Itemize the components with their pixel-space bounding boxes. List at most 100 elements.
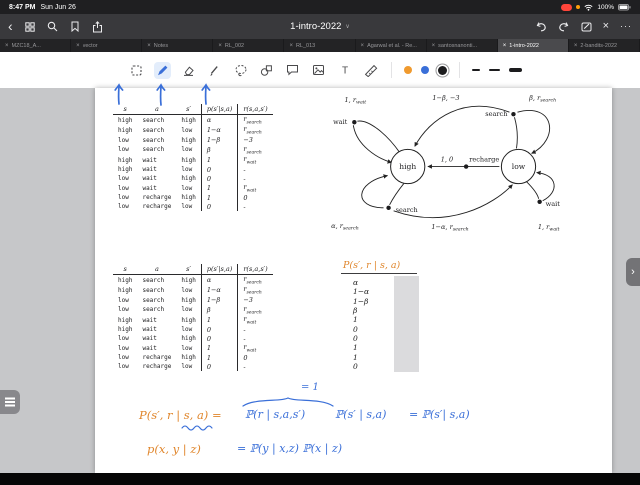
toolbar-divider — [391, 62, 392, 78]
table-row: lowsearchlowβrsearch — [113, 305, 273, 315]
eraser-tool-button[interactable] — [180, 62, 197, 79]
shapes-tool-icon — [260, 64, 273, 77]
sidebar-toggle[interactable]: › — [626, 258, 640, 286]
recording-indicator[interactable] — [561, 4, 572, 11]
highlighter-tool-button[interactable] — [206, 62, 223, 79]
tab-rl-002[interactable]: ×RL_002 — [213, 39, 284, 52]
handwritten-value: α — [353, 278, 369, 287]
tab-close-icon[interactable]: × — [361, 43, 365, 49]
table-cell: rwait — [238, 343, 273, 353]
page-outline-button[interactable] — [0, 390, 20, 414]
table-cell: high — [113, 115, 137, 126]
edge-label: α, rsearch — [331, 222, 359, 232]
handwritten-value: 1 — [353, 353, 369, 362]
tab-notes[interactable]: ×Notes — [142, 39, 213, 52]
color-swatch-orange[interactable] — [404, 66, 412, 74]
tab-2-bandits-2022[interactable]: ×2-bandits-2022 — [569, 39, 640, 52]
table-cell: low — [176, 125, 201, 135]
text-tool-icon: T — [339, 64, 351, 76]
table-cell: low — [176, 285, 201, 295]
comment-tool-button[interactable] — [284, 62, 301, 79]
table-cell: high — [113, 165, 137, 174]
tab-label: santosnanonti... — [438, 43, 477, 49]
color-swatch-blue[interactable] — [421, 66, 429, 74]
table-cell: recharge — [137, 353, 176, 362]
tab-label: RL_013 — [296, 43, 315, 49]
select-tool-button[interactable] — [128, 62, 145, 79]
tab-rl-013[interactable]: ×RL_013 — [284, 39, 355, 52]
tab-close-icon[interactable]: × — [76, 43, 80, 49]
shapes-tool-button[interactable] — [258, 62, 275, 79]
tab-close-icon[interactable]: × — [147, 43, 151, 49]
column-header: s′ — [176, 264, 201, 275]
table-cell: high — [113, 275, 137, 286]
nav-bar: ‹ — [0, 14, 640, 39]
share-button[interactable] — [92, 21, 103, 33]
table-cell: low — [113, 305, 137, 315]
table-cell: search — [137, 145, 176, 155]
pen-tool-button[interactable] — [154, 62, 171, 79]
table-row: lowwaitlow1rwait — [113, 343, 273, 353]
stroke-width-thin[interactable] — [472, 69, 480, 71]
tab-close-icon[interactable]: × — [5, 43, 9, 49]
table-cell: wait — [137, 343, 176, 353]
table-cell: 1 — [201, 315, 238, 325]
tab-close-icon[interactable]: × — [574, 43, 578, 49]
handwritten-arrow — [152, 82, 170, 106]
image-tool-icon — [312, 64, 325, 76]
tab-agarwal-et-al-re-[interactable]: ×Agarwal et al. - Re... — [356, 39, 427, 52]
image-tool-button[interactable] — [310, 62, 327, 79]
tab-close-icon[interactable]: × — [218, 43, 222, 49]
table-cell: low — [176, 145, 201, 155]
text-tool-button[interactable]: T — [336, 62, 353, 79]
table-cell: - — [238, 202, 273, 211]
ruler-tool-button[interactable] — [362, 62, 379, 79]
table-cell: 0 — [238, 193, 273, 202]
tab-vector[interactable]: ×vector — [71, 39, 142, 52]
back-button[interactable]: ‹ — [8, 19, 13, 33]
markup-button[interactable] — [581, 21, 592, 32]
table-cell: low — [113, 343, 137, 353]
svg-text:T: T — [341, 66, 347, 77]
lasso-tool-button[interactable] — [232, 62, 249, 79]
table-cell: low — [113, 145, 137, 155]
overbrace — [241, 396, 335, 407]
tab-1-intro-2022[interactable]: ×1-intro-2022 — [498, 39, 569, 52]
action-search-bottom-label: search — [396, 206, 419, 214]
tab-santosnanonti-[interactable]: ×santosnanonti... — [427, 39, 498, 52]
tab-close-icon[interactable]: × — [289, 43, 293, 49]
table-cell: - — [238, 362, 273, 371]
action-wait-bottom-label: wait — [546, 200, 561, 208]
table-cell: high — [176, 136, 201, 145]
document-title[interactable]: 1-intro-2022 ∨ — [290, 14, 350, 39]
document-title-text: 1-intro-2022 — [290, 21, 341, 32]
tab-close-icon[interactable]: × — [503, 43, 507, 49]
action-wait-top-label: wait — [333, 118, 348, 126]
table-cell: rwait — [238, 315, 273, 325]
table-row: lowsearchlowβrsearch — [113, 145, 273, 155]
search-button[interactable] — [47, 21, 58, 32]
tab-strip: ×MZC18_A...×vector×Notes×RL_002×RL_013×A… — [0, 39, 640, 52]
stroke-width-thick[interactable] — [509, 68, 522, 72]
undo-button[interactable] — [535, 22, 547, 32]
documents-grid-button[interactable] — [25, 22, 35, 32]
redo-button[interactable] — [558, 22, 570, 32]
table-cell: 1−α — [201, 125, 238, 135]
table-cell: high — [113, 285, 137, 295]
tab-close-icon[interactable]: × — [432, 43, 436, 49]
tab-mzc18-a-[interactable]: ×MZC18_A... — [0, 39, 71, 52]
table-cell: rsearch — [238, 285, 273, 295]
table-cell: high — [176, 275, 201, 286]
tab-label: 1-intro-2022 — [509, 43, 539, 49]
table-cell: high — [176, 315, 201, 325]
stroke-width-medium[interactable] — [489, 69, 500, 72]
close-document-button[interactable]: × — [603, 21, 609, 32]
table-cell: - — [238, 174, 273, 183]
edge-label: 1−β, −3 — [432, 94, 459, 102]
state-high-label: high — [399, 162, 416, 171]
column-header: s — [113, 264, 137, 275]
table-cell: low — [176, 343, 201, 353]
bookmark-button[interactable] — [70, 21, 80, 32]
more-options-button[interactable]: ··· — [620, 22, 632, 31]
color-swatch-black-selected[interactable] — [438, 66, 447, 75]
